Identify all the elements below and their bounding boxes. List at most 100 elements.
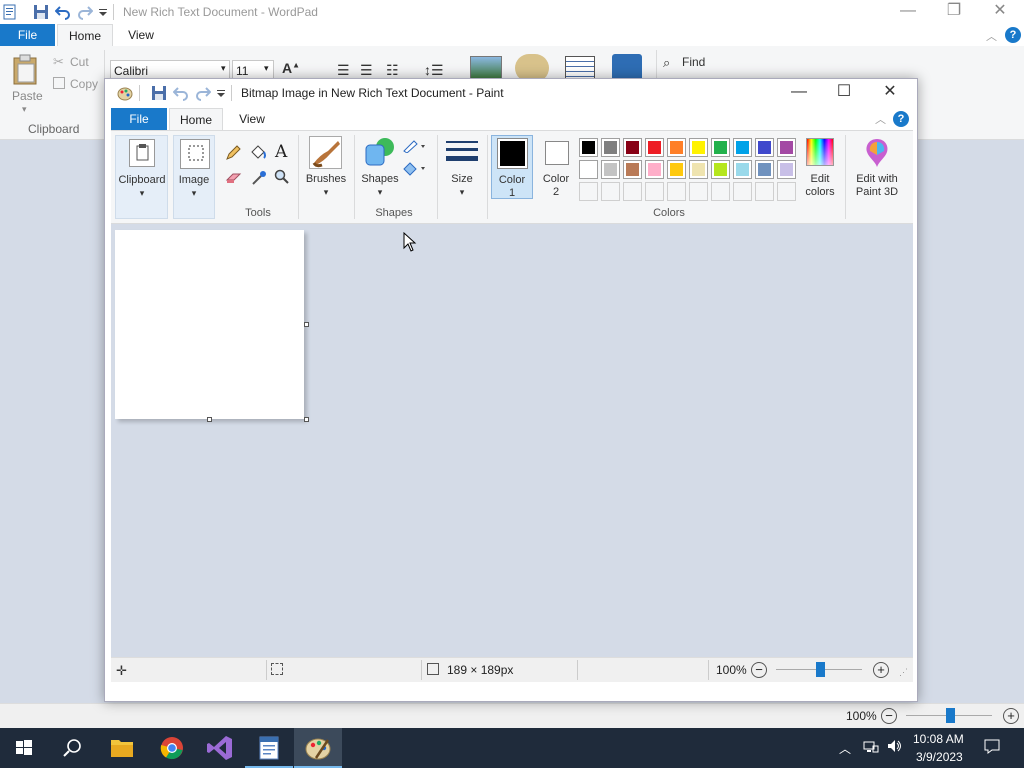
wordpad-tab-view[interactable]: View bbox=[115, 24, 167, 46]
font-size-select[interactable]: 11 ▾ bbox=[232, 60, 274, 80]
cut-label[interactable]: Cut bbox=[70, 55, 89, 69]
palette-swatch[interactable] bbox=[689, 160, 708, 179]
paste-icon[interactable] bbox=[12, 54, 40, 86]
wordpad-icon[interactable] bbox=[245, 728, 293, 768]
paste-dropdown-icon[interactable]: ▾ bbox=[22, 104, 27, 115]
palette-swatch[interactable] bbox=[733, 138, 752, 157]
wordpad-tab-home[interactable]: Home bbox=[57, 24, 113, 46]
palette-swatch[interactable] bbox=[645, 138, 664, 157]
zoom-slider-thumb[interactable] bbox=[816, 662, 825, 677]
start-button[interactable] bbox=[0, 728, 48, 768]
palette-swatch[interactable] bbox=[689, 138, 708, 157]
palette-swatch[interactable] bbox=[711, 160, 730, 179]
custom-color-slot[interactable] bbox=[733, 182, 752, 201]
palette-swatch[interactable] bbox=[623, 160, 642, 179]
palette-swatch[interactable] bbox=[777, 138, 796, 157]
custom-color-slot[interactable] bbox=[711, 182, 730, 201]
file-explorer-icon[interactable] bbox=[98, 728, 146, 768]
wordpad-tab-file[interactable]: File bbox=[0, 24, 55, 46]
brushes-button[interactable]: Brushes ▾ bbox=[301, 135, 351, 205]
zoom-out-icon[interactable]: − bbox=[751, 662, 767, 678]
color2-button[interactable]: Color 2 bbox=[535, 135, 577, 199]
copy-icon[interactable] bbox=[53, 77, 65, 89]
color1-button[interactable]: Color 1 bbox=[491, 135, 533, 199]
shapes-button[interactable]: Shapes ▾ bbox=[357, 135, 403, 205]
binoculars-icon[interactable]: ⌕ bbox=[663, 55, 670, 71]
custom-color-slot[interactable] bbox=[645, 182, 664, 201]
palette-swatch[interactable] bbox=[755, 138, 774, 157]
volume-icon[interactable] bbox=[886, 738, 902, 757]
line-spacing-icon[interactable]: ↕☰ bbox=[424, 62, 444, 79]
font-family-select[interactable]: Calibri ▾ bbox=[110, 60, 230, 80]
zoom-out-icon[interactable]: − bbox=[881, 708, 897, 724]
size-button[interactable]: Size ▾ bbox=[441, 135, 483, 205]
paint-tab-file[interactable]: File bbox=[111, 108, 167, 130]
custom-color-slot[interactable] bbox=[601, 182, 620, 201]
palette-swatch[interactable] bbox=[667, 138, 686, 157]
cut-icon[interactable]: ✂ bbox=[53, 54, 64, 70]
fill-bucket-icon[interactable] bbox=[249, 144, 267, 165]
wordpad-customize-qa-icon[interactable] bbox=[97, 4, 113, 20]
date-time-icon[interactable] bbox=[565, 56, 595, 80]
wordpad-collapse-ribbon-icon[interactable]: ︿ bbox=[986, 28, 997, 44]
text-tool-icon[interactable]: A bbox=[275, 142, 287, 162]
paint-redo-icon[interactable] bbox=[195, 85, 212, 101]
eraser-icon[interactable] bbox=[225, 171, 243, 188]
wordpad-undo-icon[interactable] bbox=[54, 4, 71, 20]
clock-date[interactable]: 3/9/2023 bbox=[916, 750, 963, 764]
custom-color-slot[interactable] bbox=[623, 182, 642, 201]
resize-grip-icon[interactable]: ⋰ bbox=[899, 667, 908, 678]
paint-collapse-ribbon-icon[interactable]: ︿ bbox=[875, 111, 886, 127]
canvas-resize-handle-corner[interactable] bbox=[304, 417, 309, 422]
wordpad-restore-button[interactable]: ❐ bbox=[931, 0, 977, 26]
find-label[interactable]: Find bbox=[682, 55, 705, 69]
clipboard-button[interactable]: Clipboard ▾ bbox=[115, 135, 168, 219]
search-button[interactable] bbox=[48, 728, 96, 768]
paint-app-icon[interactable] bbox=[117, 85, 133, 101]
paint-tab-view[interactable]: View bbox=[225, 108, 279, 130]
outline-icon[interactable] bbox=[402, 139, 428, 156]
paint-minimize-button[interactable]: — bbox=[776, 77, 822, 107]
pencil-icon[interactable] bbox=[225, 145, 241, 164]
network-icon[interactable] bbox=[863, 738, 879, 757]
paint-undo-icon[interactable] bbox=[172, 85, 189, 101]
canvas-resize-handle-bottom[interactable] bbox=[207, 417, 212, 422]
zoom-in-icon[interactable]: + bbox=[1003, 708, 1019, 724]
edit-with-paint3d-button[interactable]: Edit with Paint 3D bbox=[849, 135, 905, 199]
zoom-slider-thumb[interactable] bbox=[946, 708, 955, 723]
grow-font-icon[interactable]: A▲ bbox=[282, 60, 300, 76]
visual-studio-icon[interactable] bbox=[196, 728, 244, 768]
increase-indent-icon[interactable]: ☰ bbox=[360, 62, 373, 79]
custom-color-slot[interactable] bbox=[667, 182, 686, 201]
wordpad-app-icon[interactable] bbox=[2, 4, 18, 20]
decrease-indent-icon[interactable]: ☰ bbox=[337, 62, 350, 79]
edit-colors-button[interactable]: Edit colors bbox=[799, 135, 841, 199]
paint-icon[interactable] bbox=[294, 728, 342, 768]
magnifier-icon[interactable] bbox=[274, 169, 290, 188]
chrome-icon[interactable] bbox=[148, 728, 196, 768]
wordpad-save-icon[interactable] bbox=[33, 4, 49, 20]
wordpad-help-icon[interactable]: ? bbox=[1005, 27, 1021, 43]
palette-swatch[interactable] bbox=[777, 160, 796, 179]
list-icon[interactable]: ☷ bbox=[386, 62, 399, 79]
color-picker-icon[interactable] bbox=[251, 170, 267, 189]
custom-color-slot[interactable] bbox=[579, 182, 598, 201]
notifications-icon[interactable] bbox=[984, 738, 1000, 757]
palette-swatch[interactable] bbox=[623, 138, 642, 157]
palette-swatch[interactable] bbox=[711, 138, 730, 157]
image-button[interactable]: Image ▾ bbox=[173, 135, 215, 219]
zoom-in-icon[interactable]: + bbox=[873, 662, 889, 678]
show-hidden-icons-icon[interactable]: ︿ bbox=[839, 740, 851, 757]
palette-swatch[interactable] bbox=[601, 160, 620, 179]
wordpad-redo-icon[interactable] bbox=[77, 4, 94, 20]
palette-swatch[interactable] bbox=[645, 160, 664, 179]
palette-swatch[interactable] bbox=[733, 160, 752, 179]
palette-swatch[interactable] bbox=[579, 138, 598, 157]
custom-color-slot[interactable] bbox=[689, 182, 708, 201]
wordpad-close-button[interactable]: ✕ bbox=[977, 0, 1023, 26]
paint-maximize-button[interactable]: ☐ bbox=[821, 77, 867, 107]
custom-color-slot[interactable] bbox=[755, 182, 774, 201]
palette-swatch[interactable] bbox=[601, 138, 620, 157]
clock-time[interactable]: 10:08 AM bbox=[913, 732, 964, 746]
palette-swatch[interactable] bbox=[579, 160, 598, 179]
